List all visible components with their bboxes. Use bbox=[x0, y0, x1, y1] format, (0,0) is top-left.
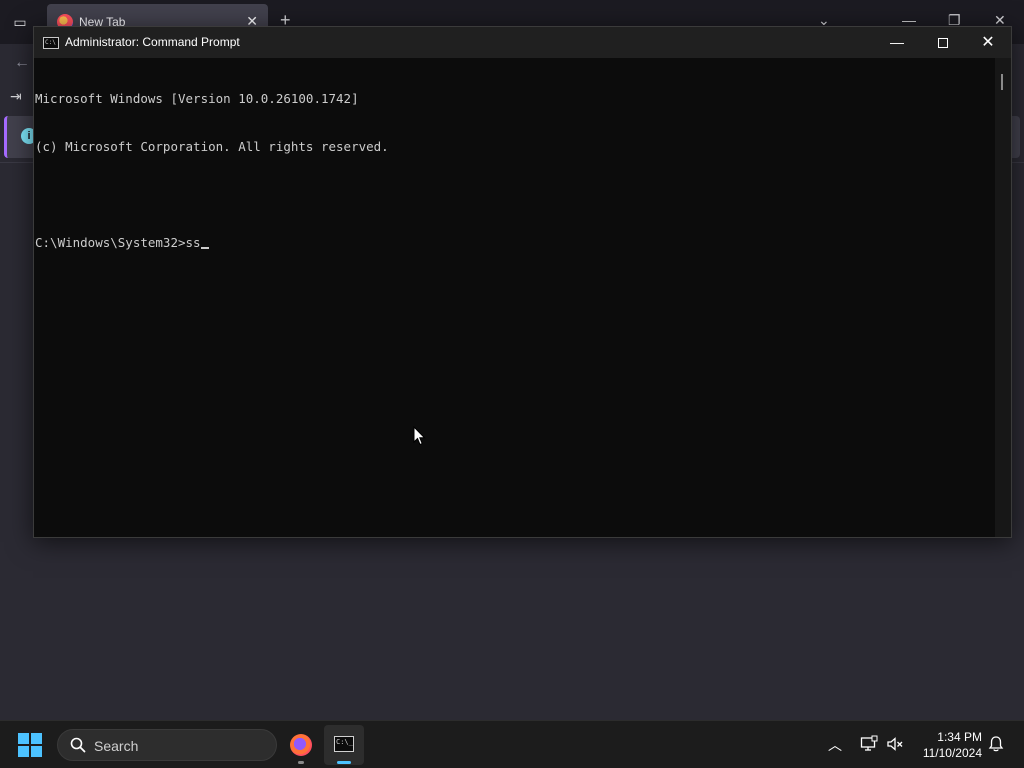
command-prompt-icon: C:\_ bbox=[334, 736, 354, 752]
text-cursor bbox=[200, 247, 209, 249]
clock-time: 1:34 PM bbox=[937, 730, 982, 744]
notification-bell-icon[interactable] bbox=[987, 735, 1005, 753]
search-icon bbox=[70, 737, 86, 753]
clock[interactable]: 1:34 PM 11/10/2024 bbox=[912, 729, 982, 761]
taskbar-search-box[interactable]: Search bbox=[57, 729, 277, 761]
minimize-button[interactable]: — bbox=[874, 27, 920, 58]
taskbar-firefox-button[interactable] bbox=[281, 725, 321, 765]
running-indicator bbox=[298, 761, 304, 764]
terminal-output[interactable]: Microsoft Windows [Version 10.0.26100.17… bbox=[34, 58, 995, 537]
windows-start-button[interactable] bbox=[18, 733, 44, 759]
terminal-prompt-line[interactable]: C:\Windows\System32>ss bbox=[35, 235, 994, 251]
windows-logo-tile bbox=[18, 733, 29, 744]
taskbar-cmd-button[interactable]: C:\_ bbox=[324, 725, 364, 765]
cmd-title-bar[interactable]: C:\ Administrator: Command Prompt — ✕ bbox=[34, 27, 1011, 58]
windows-logo-tile bbox=[31, 746, 42, 757]
close-button[interactable]: ✕ bbox=[965, 27, 1011, 58]
network-icon[interactable] bbox=[860, 735, 878, 753]
windows-logo-tile bbox=[31, 733, 42, 744]
active-indicator bbox=[337, 761, 351, 764]
volume-muted-icon[interactable] bbox=[886, 735, 904, 753]
show-hidden-icons-chevron-icon[interactable]: ︿ bbox=[828, 735, 842, 755]
taskbar: Search C:\_ ︿ 1:34 PM 11/10/2024 bbox=[0, 720, 1024, 768]
mouse-pointer-icon bbox=[413, 426, 426, 446]
vertical-scrollbar[interactable] bbox=[995, 58, 1011, 537]
windows-logo-tile bbox=[18, 746, 29, 757]
terminal-line: Microsoft Windows [Version 10.0.26100.17… bbox=[35, 91, 359, 106]
command-prompt-window[interactable]: C:\ Administrator: Command Prompt — ✕ Mi… bbox=[33, 26, 1012, 538]
back-arrow-icon[interactable]: ← bbox=[14, 54, 30, 72]
maximize-icon bbox=[938, 38, 948, 49]
maximize-button[interactable] bbox=[920, 27, 966, 58]
list-all-tabs-icon[interactable]: ▭ bbox=[10, 12, 30, 32]
terminal-prompt: C:\Windows\System32>ss bbox=[35, 235, 201, 250]
terminal-line: (c) Microsoft Corporation. All rights re… bbox=[35, 139, 389, 154]
window-title: Administrator: Command Prompt bbox=[65, 35, 240, 49]
scrollbar-thumb[interactable] bbox=[1001, 74, 1003, 90]
clock-date: 11/10/2024 bbox=[922, 746, 982, 760]
sign-in-icon[interactable]: ⇥ bbox=[10, 88, 22, 105]
cmd-app-icon: C:\ bbox=[43, 37, 59, 49]
search-label: Search bbox=[94, 738, 139, 754]
firefox-icon bbox=[290, 734, 312, 756]
